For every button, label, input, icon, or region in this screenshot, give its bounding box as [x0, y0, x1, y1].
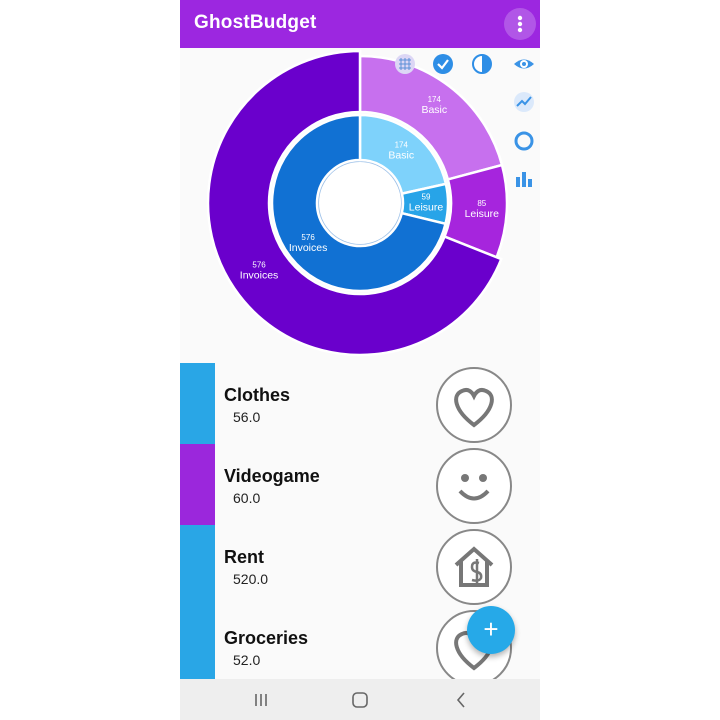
category-color-bar [180, 606, 215, 679]
slice-value-label: 174 [428, 95, 442, 104]
ring-icon[interactable] [511, 128, 537, 154]
eye-icon[interactable] [511, 51, 537, 77]
budget-donut-chart: 174 Basic 85 Leisure 576 Invoices 174 Basic 59 Le… [180, 48, 540, 364]
add-expense-button[interactable]: + [467, 606, 515, 654]
slice-name-label: Leisure [409, 202, 444, 214]
trend-icon[interactable] [511, 89, 537, 115]
donut-chart-svg: 174Basic85Leisure576Invoices174Basic59Le… [206, 49, 509, 357]
slice-name-label: Invoices [240, 270, 279, 282]
app-bar: GhostBudget [180, 0, 540, 48]
slice-name-label: Basic [421, 104, 447, 116]
slice-value-label: 59 [422, 193, 431, 202]
heart-icon [434, 365, 514, 445]
list-item[interactable]: Videogame 60.0 [180, 444, 540, 525]
slice-value-label: 174 [395, 141, 409, 150]
home-button[interactable] [349, 689, 371, 711]
slice-value-label: 576 [301, 233, 315, 242]
check-circle-icon[interactable] [430, 51, 456, 77]
slice-value-label: 576 [252, 261, 266, 270]
overflow-menu-button[interactable] [504, 8, 536, 40]
category-color-bar [180, 444, 215, 525]
bar-chart-icon[interactable] [511, 166, 537, 192]
item-amount: 520.0 [233, 571, 269, 587]
item-name: Clothes [224, 385, 291, 405]
item-amount: 56.0 [233, 409, 261, 425]
slice-value-label: 85 [477, 199, 486, 208]
recent-apps-button[interactable] [250, 689, 272, 711]
list-item[interactable]: Rent 520.0 [180, 525, 540, 606]
grid-icon[interactable] [392, 51, 418, 77]
more-vert-icon [517, 15, 523, 33]
phone-screen: GhostBudget 174 Basic 85 Leisure 576 Invoices… [180, 0, 540, 720]
item-name: Rent [224, 547, 264, 567]
category-color-bar [180, 363, 215, 444]
contrast-icon[interactable] [469, 51, 495, 77]
slice-name-label: Leisure [465, 208, 500, 220]
item-name: Groceries [224, 628, 309, 648]
system-nav-bar [180, 679, 540, 720]
item-amount: 60.0 [233, 490, 261, 506]
app-title: GhostBudget [194, 12, 317, 33]
item-name: Videogame [224, 466, 320, 486]
house-dollar-icon [434, 527, 514, 607]
slice-name-label: Basic [388, 150, 414, 162]
slice-name-label: Invoices [289, 242, 328, 254]
list-item[interactable]: Clothes 56.0 [180, 363, 540, 444]
back-button[interactable] [450, 689, 472, 711]
donut-center [319, 162, 401, 244]
category-color-bar [180, 525, 215, 606]
smiley-icon [434, 446, 514, 526]
item-amount: 52.0 [233, 652, 261, 668]
